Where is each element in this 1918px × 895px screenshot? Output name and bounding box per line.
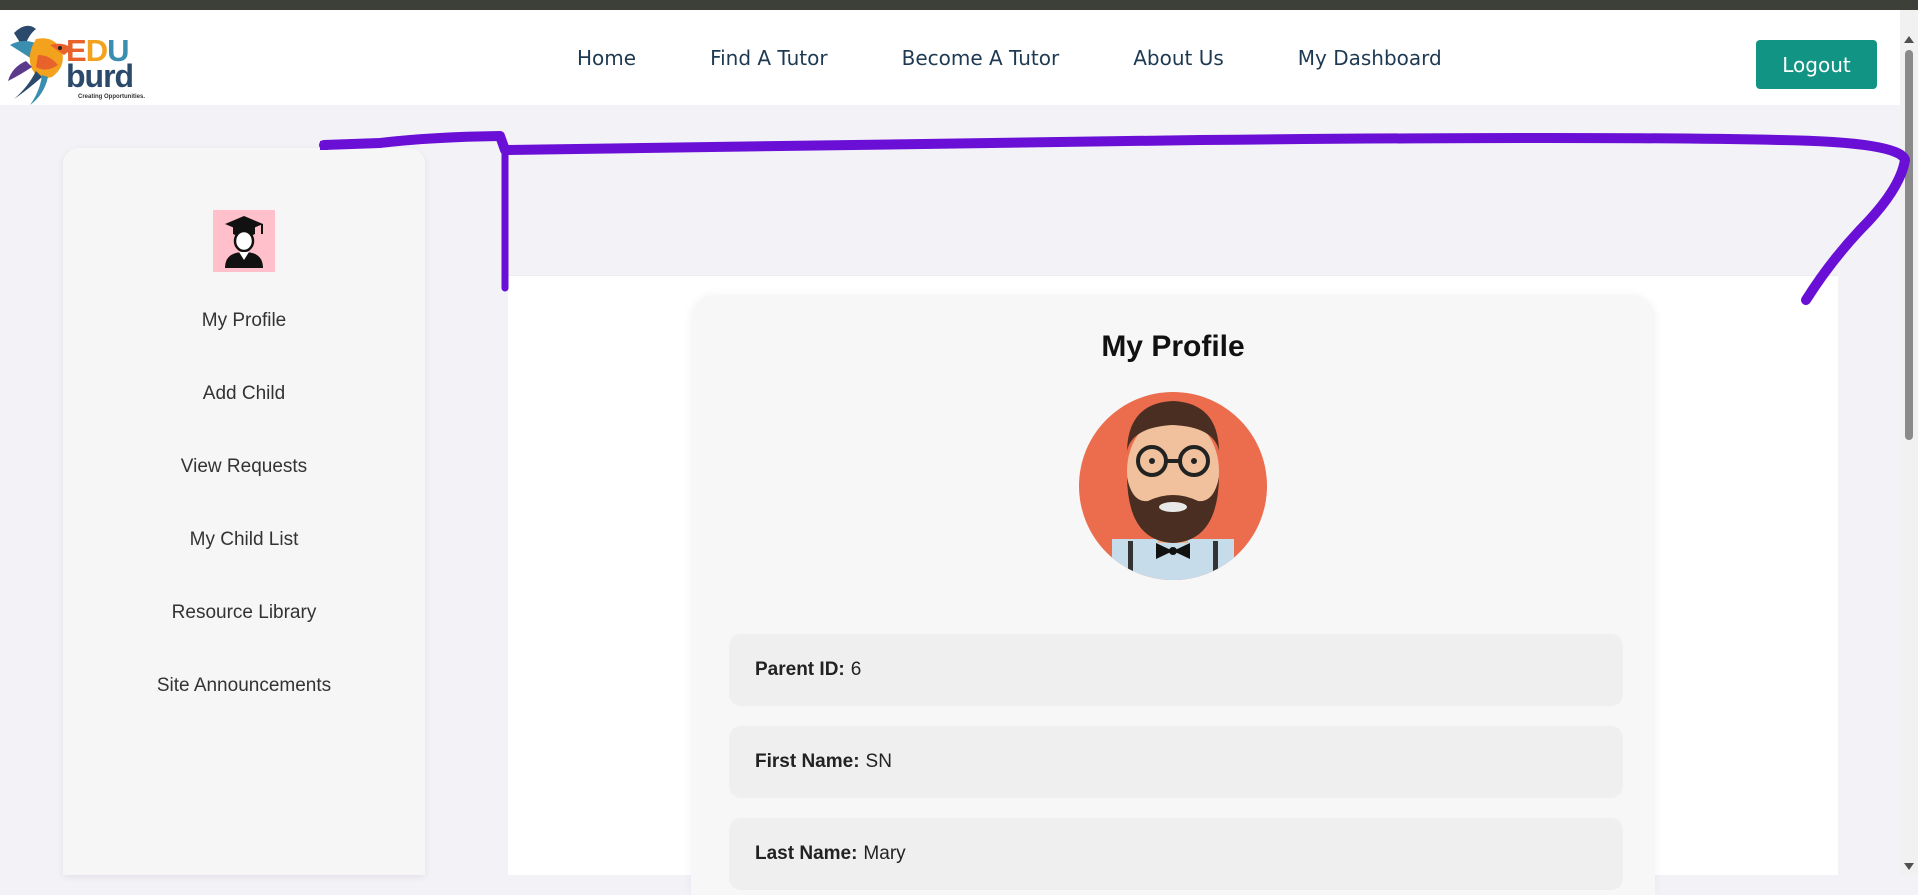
scroll-down-arrow-icon[interactable]	[1904, 863, 1914, 870]
dashboard-sidebar: My Profile Add Child View Requests My Ch…	[63, 148, 425, 875]
bearded-man-avatar-icon	[1078, 391, 1268, 581]
eduburd-logo[interactable]: EDU burd Creating Opportunities.	[6, 15, 156, 107]
nav-my-dashboard[interactable]: My Dashboard	[1298, 46, 1442, 70]
nav-find-a-tutor[interactable]: Find A Tutor	[710, 46, 828, 70]
sidebar-item-view-requests[interactable]: View Requests	[63, 456, 425, 478]
last-name-field: Last Name: Mary	[729, 818, 1623, 890]
main-nav: Home Find A Tutor Become A Tutor About U…	[577, 10, 1442, 105]
sidebar-item-add-child[interactable]: Add Child	[63, 383, 425, 405]
graduate-icon	[213, 210, 275, 272]
window-top-strip	[0, 0, 1918, 10]
page-title: My Profile	[1101, 330, 1245, 363]
logo-tagline: Creating Opportunities.	[78, 94, 146, 100]
scroll-up-arrow-icon[interactable]	[1904, 36, 1914, 43]
parent-id-label: Parent ID:	[755, 659, 845, 680]
last-name-label: Last Name:	[755, 843, 858, 864]
page-scrollbar[interactable]	[1900, 10, 1918, 875]
last-name-value: Mary	[863, 843, 906, 864]
main-content-panel: My Profile Parent ID: 6 First Name: SN L…	[508, 275, 1838, 895]
sidebar-item-site-announcements[interactable]: Site Announcements	[63, 675, 425, 697]
logo-burd: burd	[66, 58, 134, 94]
parent-id-field: Parent ID: 6	[729, 634, 1623, 706]
logo-wordmark: EDU burd	[66, 35, 134, 94]
parent-id-value: 6	[850, 659, 862, 680]
first-name-field: First Name: SN	[729, 726, 1623, 798]
first-name-label: First Name:	[755, 751, 860, 772]
nav-become-a-tutor[interactable]: Become A Tutor	[902, 46, 1060, 70]
sidebar-item-my-child-list[interactable]: My Child List	[63, 529, 425, 551]
first-name-value: SN	[865, 751, 892, 772]
profile-card: My Profile Parent ID: 6 First Name: SN L…	[691, 295, 1655, 895]
logout-button[interactable]: Logout	[1756, 40, 1877, 89]
sidebar-item-my-profile[interactable]: My Profile	[63, 310, 425, 332]
scroll-thumb[interactable]	[1905, 50, 1913, 440]
sidebar-item-resource-library[interactable]: Resource Library	[63, 602, 425, 624]
nav-about-us[interactable]: About Us	[1133, 46, 1224, 70]
top-navbar: EDU burd Creating Opportunities. Home Fi…	[0, 10, 1900, 105]
nav-home[interactable]: Home	[577, 46, 636, 70]
